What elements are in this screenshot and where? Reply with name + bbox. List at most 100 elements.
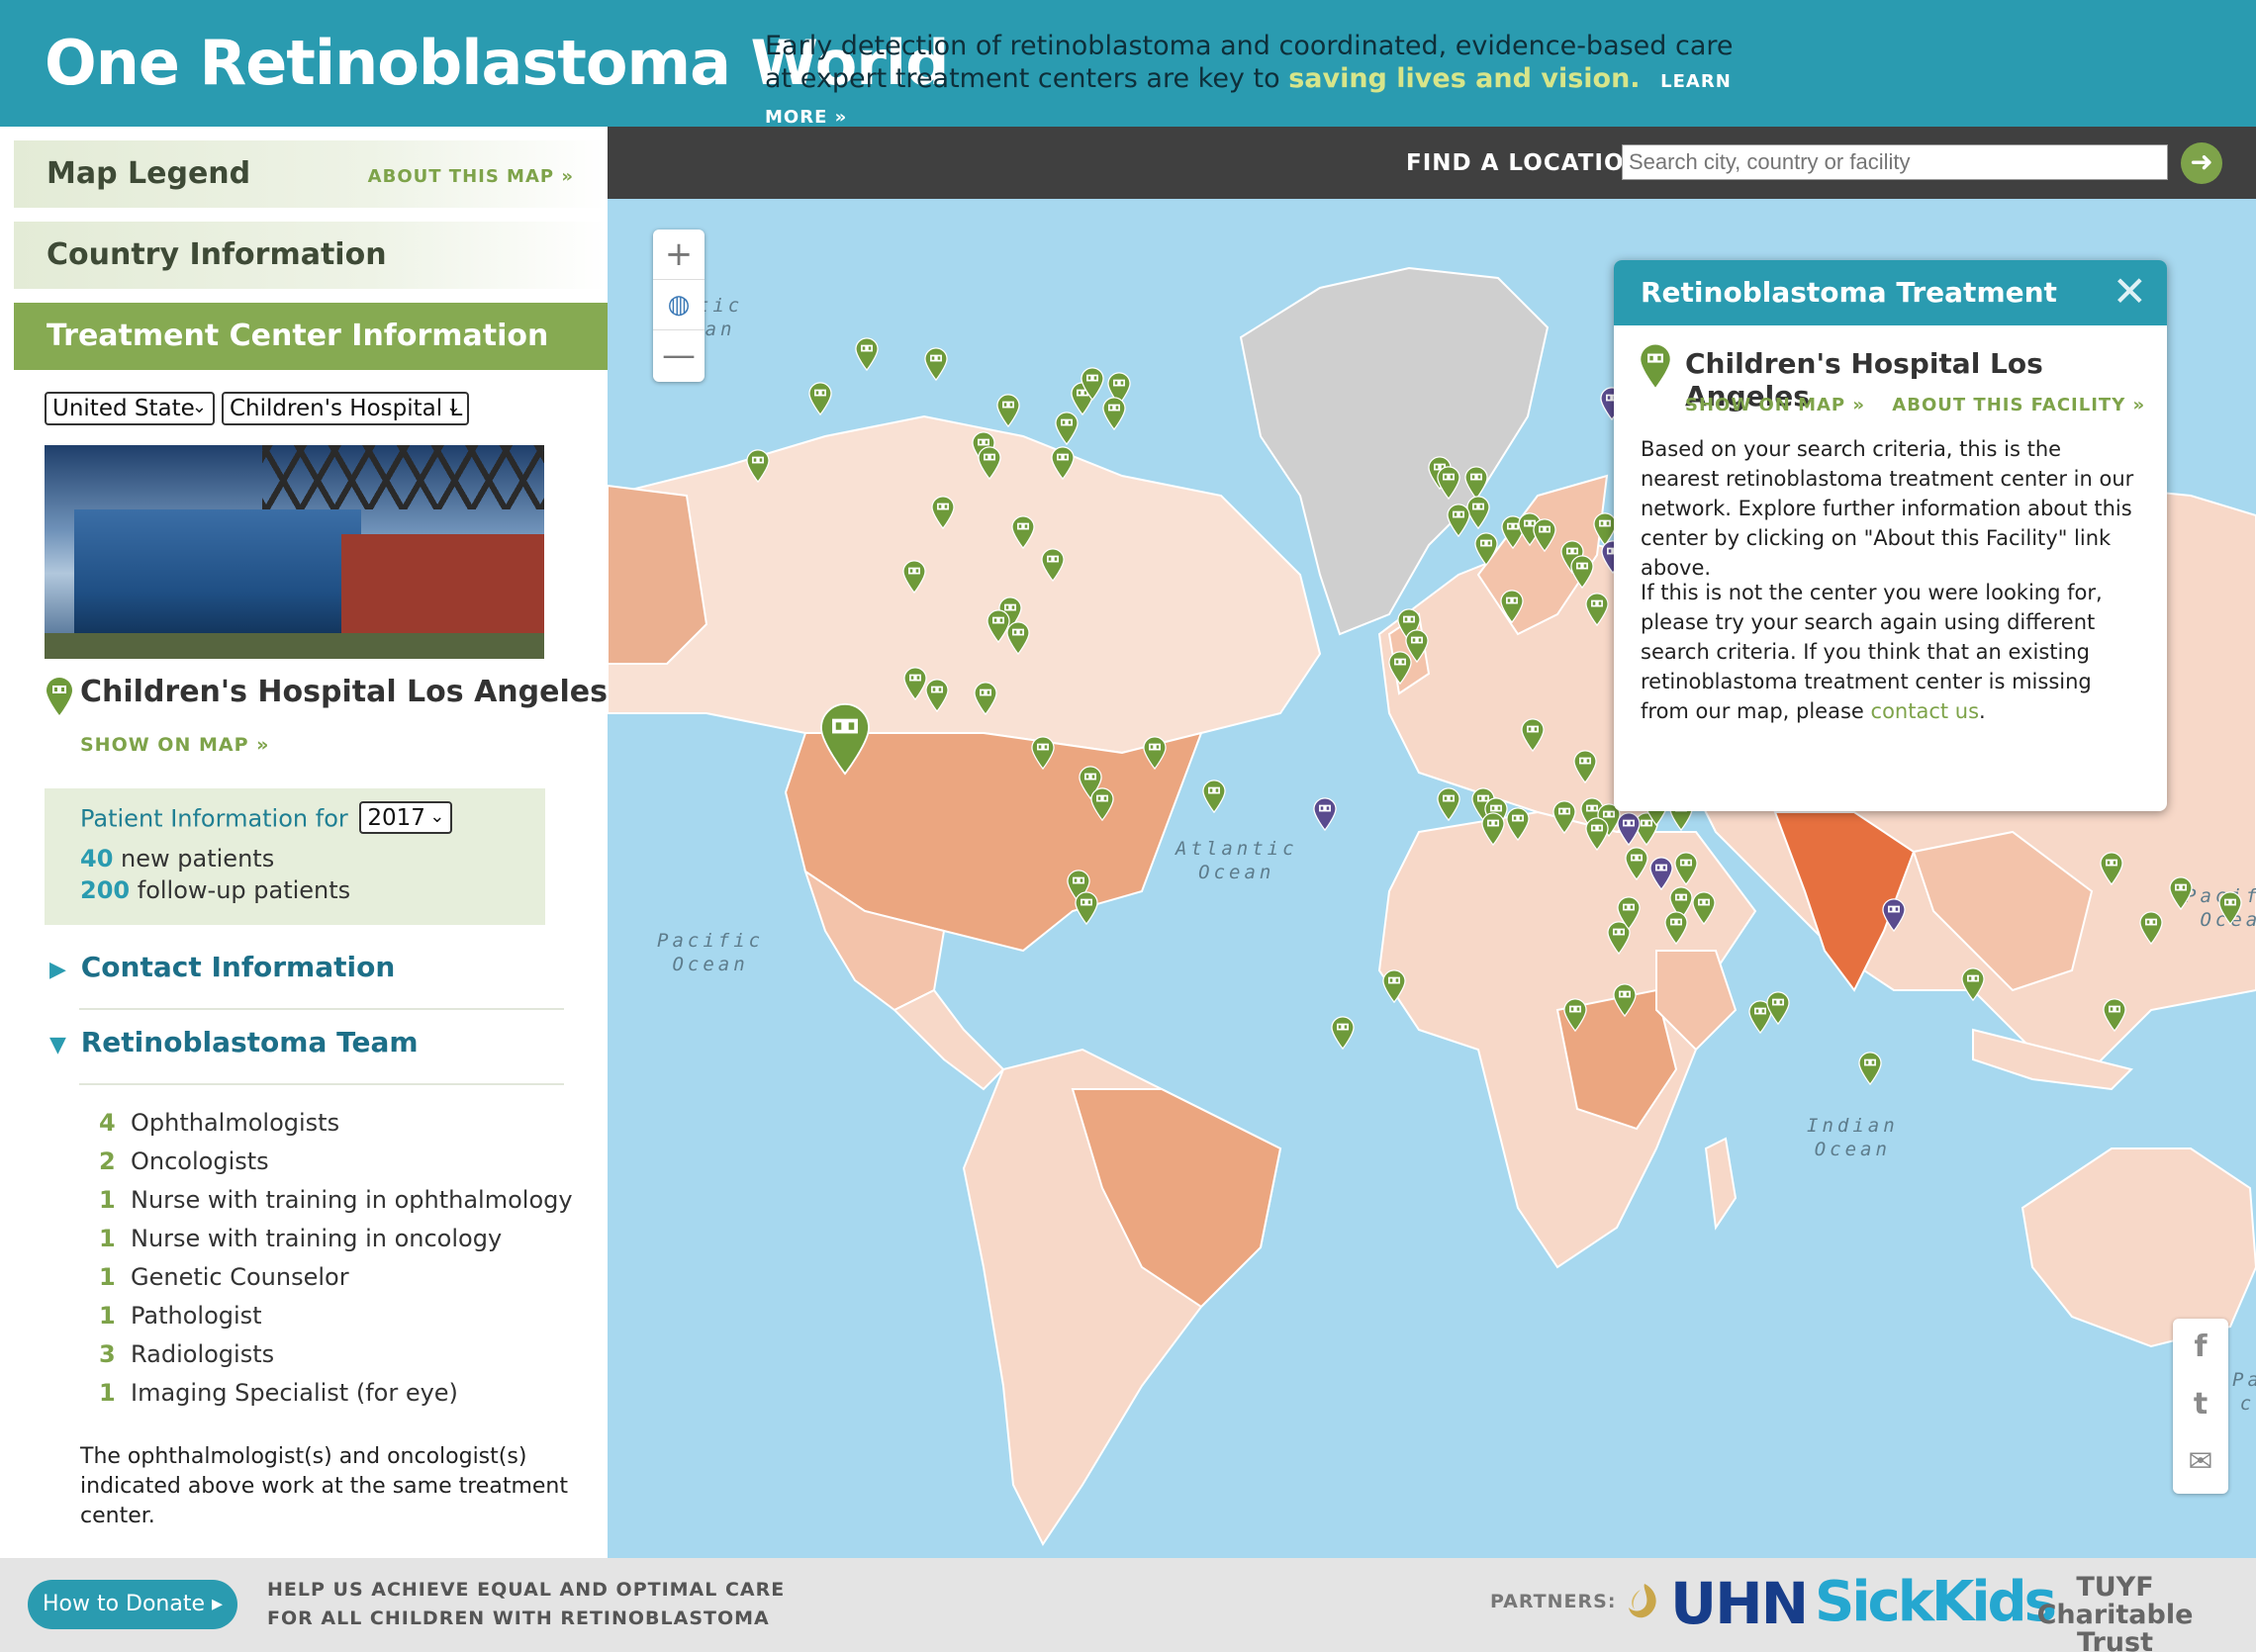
- facebook-icon[interactable]: f: [2173, 1319, 2228, 1376]
- site-footer: How to Donate ▸ HELP US ACHIEVE EQUAL AN…: [0, 1558, 2256, 1652]
- patient-info-box: Patient Information for 2017 ⌄ 40 new pa…: [45, 788, 545, 925]
- divider: [79, 1083, 564, 1085]
- team-member-count: 1: [99, 1379, 116, 1407]
- tuyf-logo[interactable]: TUYF Charitable Trust: [2009, 1574, 2221, 1652]
- show-on-map-link[interactable]: SHOW ON MAP »: [80, 734, 269, 756]
- photo-gantry: [262, 445, 544, 509]
- triangle-right-icon: ▶: [49, 958, 66, 982]
- country-info-heading[interactable]: Country Information: [47, 237, 387, 272]
- new-patients-count: 40: [80, 845, 114, 872]
- pacific-ocean-label-west: Pacific Ocean: [657, 930, 765, 975]
- zoom-in-button[interactable]: +: [653, 229, 705, 280]
- team-member-role: Oncologists: [131, 1147, 269, 1175]
- twitter-icon[interactable]: t: [2173, 1376, 2228, 1433]
- popup-paragraph-2-end: .: [1979, 699, 1986, 723]
- team-member-role: Ophthalmologists: [131, 1109, 340, 1137]
- madagascar: [1704, 1137, 1738, 1231]
- triangle-down-icon: ▼: [49, 1033, 66, 1057]
- find-location-label: FIND A LOCATION: [1406, 150, 1645, 176]
- team-member-role: Imaging Specialist (for eye): [131, 1379, 458, 1407]
- tagline-line-2: at expert treatment centers are key to s…: [765, 62, 1754, 134]
- team-member-count: 1: [99, 1263, 116, 1291]
- globe-icon[interactable]: ◍: [653, 280, 705, 330]
- email-icon[interactable]: ✉: [2173, 1433, 2228, 1491]
- team-heading: Retinoblastoma Team: [80, 1026, 419, 1058]
- popup-show-on-map-link[interactable]: SHOW ON MAP »: [1685, 395, 1865, 415]
- team-note: The ophthalmologist(s) and oncologist(s)…: [80, 1444, 568, 1528]
- team-member-role: Nurse with training in ophthalmology: [131, 1186, 573, 1214]
- team-member-row: 1 Genetic Counselor: [99, 1263, 349, 1291]
- contact-us-link[interactable]: contact us: [1871, 699, 1980, 723]
- close-icon[interactable]: ✕: [2113, 268, 2147, 316]
- followup-patients-row: 200 follow-up patients: [80, 876, 350, 904]
- atlantic-ocean-label: Atlantic Ocean: [1175, 838, 1298, 883]
- uhn-swirl-icon: [1629, 1584, 1656, 1618]
- country-select-value: United State: [52, 396, 195, 421]
- patient-info-label: Patient Information for 2017 ⌄: [80, 801, 453, 836]
- team-member-count: 4: [99, 1109, 116, 1137]
- australia: [2021, 1147, 2256, 1348]
- treatment-info-heading[interactable]: Treatment Center Information: [47, 319, 548, 353]
- team-member-row: 1 Pathologist: [99, 1302, 262, 1330]
- popup-title: Retinoblastoma Treatment: [1641, 276, 2057, 309]
- facility-name: Children's Hospital Los Angeles: [80, 675, 608, 709]
- contact-info-toggle[interactable]: ▶ Contact Information: [49, 951, 395, 983]
- chevron-down-icon: ⌄: [191, 397, 207, 417]
- site-tagline: Early detection of retinoblastoma and co…: [765, 30, 1754, 134]
- year-select[interactable]: 2017 ⌄: [359, 801, 453, 834]
- facility-photo: [45, 445, 544, 659]
- donate-button[interactable]: How to Donate ▸: [28, 1580, 237, 1629]
- footer-message-line-1: HELP US ACHIEVE EQUAL AND OPTIMAL CARE: [267, 1579, 786, 1601]
- about-facility-link[interactable]: ABOUT THIS FACILITY »: [1892, 395, 2145, 415]
- team-member-count: 1: [99, 1225, 116, 1252]
- new-patients-row: 40 new patients: [80, 845, 274, 872]
- partners-label: PARTNERS:: [1490, 1591, 1617, 1612]
- patient-info-text: Patient Information for: [80, 804, 348, 833]
- central-america: [893, 988, 1005, 1091]
- footer-message: HELP US ACHIEVE EQUAL AND OPTIMAL CARE F…: [267, 1576, 785, 1633]
- country-info-panel[interactable]: Country Information: [14, 222, 608, 289]
- tagline-line-1: Early detection of retinoblastoma and co…: [765, 31, 1734, 61]
- facility-popup: Retinoblastoma Treatment ✕ Children's Ho…: [1614, 260, 2167, 811]
- country-select[interactable]: United State ⌄: [45, 392, 215, 425]
- search-bar: FIND A LOCATION ➜: [608, 127, 2256, 199]
- footer-message-line-2: FOR ALL CHILDREN WITH RETINOBLASTOMA: [267, 1607, 770, 1629]
- zoom-control: + ◍ —: [653, 229, 705, 382]
- team-member-row: 1 Nurse with training in ophthalmology: [99, 1186, 573, 1214]
- chevron-down-icon: ⌄: [445, 397, 461, 417]
- about-map-link[interactable]: ABOUT THIS MAP »: [368, 166, 574, 187]
- team-member-role: Genetic Counselor: [131, 1263, 349, 1291]
- popup-paragraph-2: If this is not the center you were looki…: [1641, 578, 2145, 726]
- team-member-count: 1: [99, 1302, 116, 1330]
- social-share: f t ✉: [2173, 1319, 2228, 1494]
- chevron-down-icon: ⌄: [429, 806, 445, 827]
- sidebar: Map Legend ABOUT THIS MAP » Country Info…: [0, 127, 608, 1558]
- hospital-pin-icon: [47, 678, 72, 715]
- team-member-count: 2: [99, 1147, 116, 1175]
- year-select-value: 2017: [367, 805, 425, 831]
- north-america-north: [608, 414, 1322, 755]
- tagline-text: at expert treatment centers are key to: [765, 63, 1280, 94]
- photo-building: [74, 509, 361, 648]
- treatment-info-panel[interactable]: Treatment Center Information: [14, 303, 608, 370]
- tuyf-logo-line-2: Charitable Trust: [2036, 1600, 2194, 1652]
- tagline-highlight: saving lives and vision.: [1288, 63, 1641, 94]
- search-input[interactable]: [1622, 144, 2168, 180]
- contact-info-label: Contact Information: [80, 951, 396, 983]
- team-member-row: 4 Ophthalmologists: [99, 1109, 339, 1137]
- team-member-role: Pathologist: [131, 1302, 262, 1330]
- map-legend-heading[interactable]: Map Legend: [47, 156, 250, 191]
- followup-label: follow-up patients: [137, 876, 351, 904]
- followup-count: 200: [80, 876, 131, 904]
- team-member-role: Radiologists: [131, 1340, 275, 1368]
- popup-header: Retinoblastoma Treatment ✕: [1614, 260, 2167, 325]
- indian-ocean-label: Indian Ocean: [1807, 1115, 1899, 1160]
- new-patients-label: new patients: [121, 845, 275, 872]
- map-legend-panel[interactable]: Map Legend ABOUT THIS MAP »: [14, 140, 608, 208]
- arrow-right-icon[interactable]: ➜: [2181, 142, 2222, 184]
- uhn-logo[interactable]: UHN: [1670, 1570, 1809, 1637]
- team-toggle[interactable]: ▼ Retinoblastoma Team: [49, 1026, 419, 1058]
- team-member-count: 3: [99, 1340, 116, 1368]
- zoom-out-button[interactable]: —: [653, 330, 705, 381]
- facility-select[interactable]: Children's Hospital L ⌄: [222, 392, 469, 425]
